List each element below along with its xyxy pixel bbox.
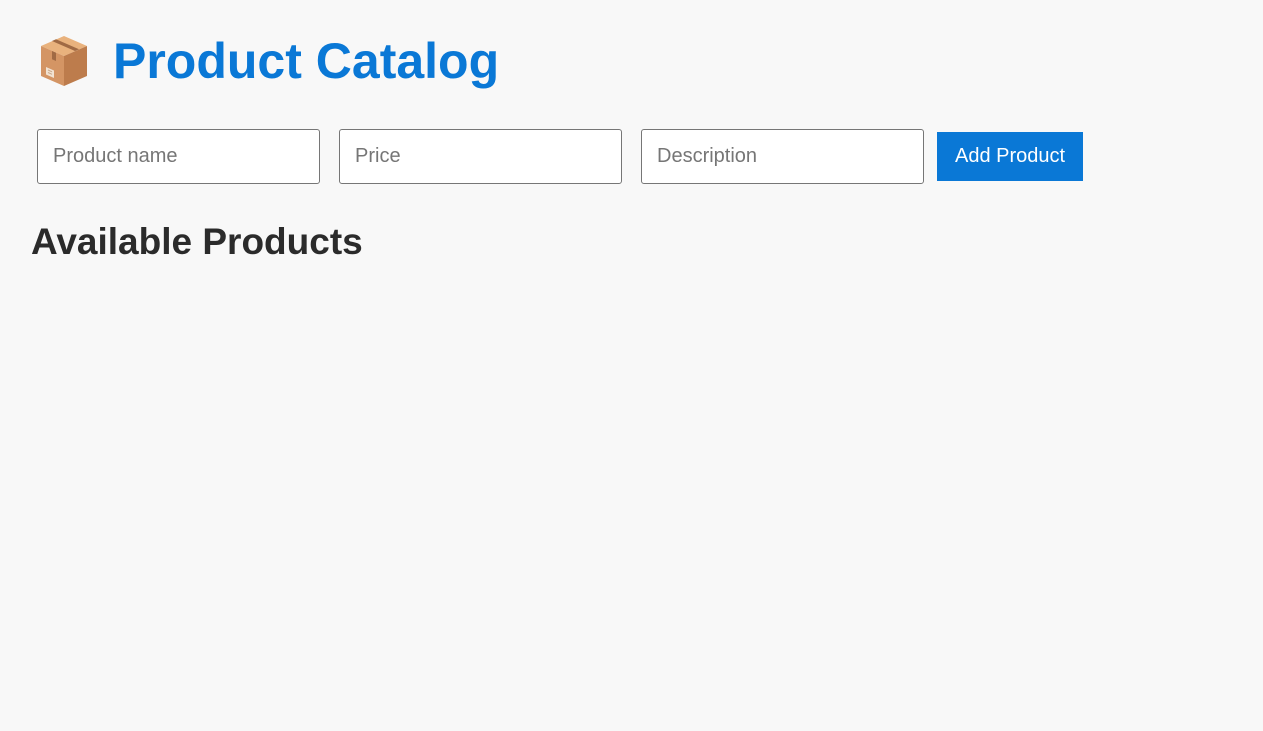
available-products-heading: Available Products xyxy=(31,221,363,262)
description-input[interactable] xyxy=(641,129,924,184)
add-product-form: Add Product xyxy=(37,129,1084,184)
product-name-input[interactable] xyxy=(37,129,320,184)
page: Product Catalog Add Product Available Pr… xyxy=(0,0,1263,731)
page-title: Product Catalog xyxy=(113,33,500,89)
price-input[interactable] xyxy=(339,129,622,184)
package-box-icon xyxy=(38,33,90,89)
page-header: Product Catalog xyxy=(38,30,499,92)
add-product-button[interactable]: Add Product xyxy=(937,132,1084,181)
